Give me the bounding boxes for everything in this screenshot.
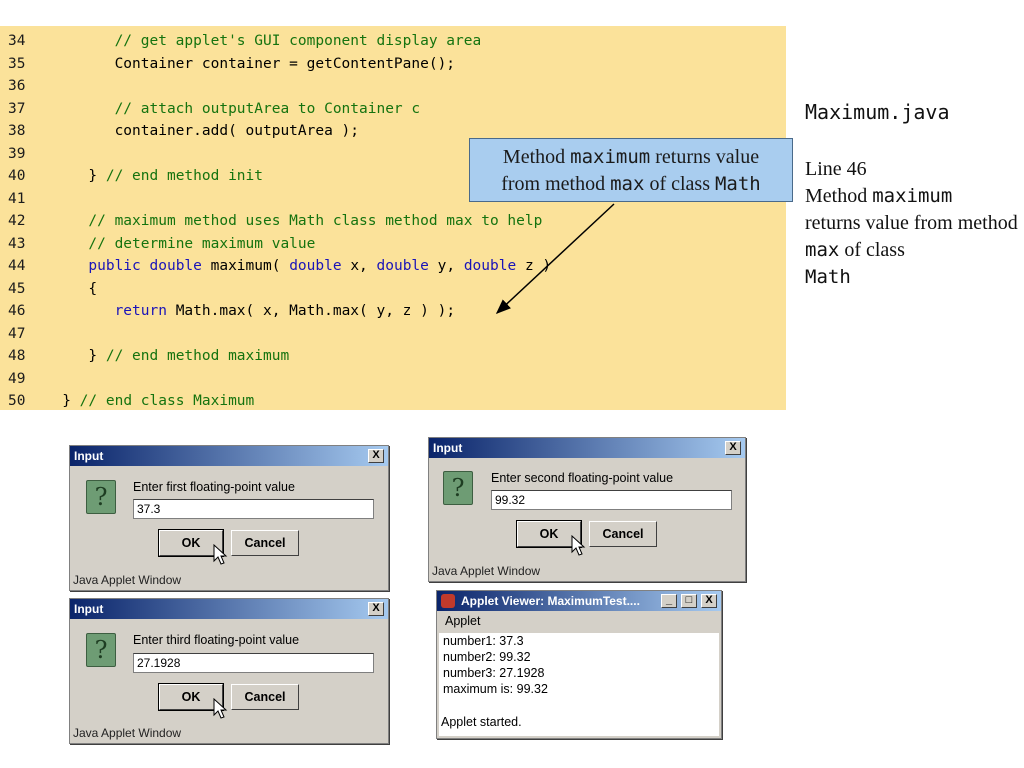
menu-applet[interactable]: Applet — [445, 614, 480, 628]
applet-status: Applet started. — [441, 715, 522, 729]
line-number: 43 — [8, 235, 26, 252]
code-line: 47 — [0, 323, 786, 345]
input-dialog-first: Input X ? Enter first floating-point val… — [69, 445, 389, 591]
applet-window-label: Java Applet Window — [73, 726, 182, 740]
code-line: 34 // get applet's GUI component display… — [0, 30, 786, 52]
question-icon: ? — [443, 471, 473, 505]
line-number: 34 — [8, 33, 26, 49]
code-line: 46 return Math.max( x, Math.max( y, z ) … — [0, 300, 786, 322]
output-line: number2: 99.32 — [443, 650, 531, 664]
line-number: 44 — [8, 258, 26, 274]
dialog-titlebar: Input X — [70, 446, 388, 466]
callout-box: Method maximum returns value from method… — [469, 138, 793, 202]
line-number: 45 — [8, 280, 26, 297]
line-number: 37 — [8, 100, 26, 117]
code-text: } // end method maximum — [88, 348, 290, 364]
close-button[interactable]: X — [701, 594, 717, 608]
line-number: 38 — [8, 123, 26, 139]
code-line: 35 Container container = getContentPane(… — [0, 53, 786, 75]
line-number: 39 — [8, 145, 26, 162]
java-cup-icon — [441, 594, 455, 608]
question-icon: ? — [86, 480, 116, 514]
line-number: 49 — [8, 370, 26, 387]
maximize-button[interactable]: □ — [681, 594, 697, 608]
code-text: Container container = getContentPane(); — [114, 55, 456, 72]
line-number: 40 — [8, 168, 26, 184]
side-description: Method maximum returns value from method … — [805, 185, 1018, 288]
cancel-button[interactable]: Cancel — [231, 684, 299, 710]
output-line: maximum is: 99.32 — [443, 682, 548, 696]
file-name: Maximum.java — [805, 100, 950, 124]
code-line: 37 // attach outputArea to Container c — [0, 98, 786, 120]
output-line: number1: 37.3 — [443, 634, 524, 648]
dialog-prompt: Enter second floating-point value — [491, 471, 674, 485]
code-text: { — [88, 280, 98, 297]
close-button[interactable]: X — [725, 441, 741, 455]
input-dialog-third: Input X ? Enter third floating-point val… — [69, 598, 389, 744]
code-text: } // end method init — [88, 168, 263, 184]
applet-viewer-window: Applet Viewer: MaximumTest.... _ □ X App… — [436, 590, 722, 739]
dialog-prompt: Enter first floating-point value — [133, 480, 295, 494]
mouse-cursor-icon — [213, 544, 228, 565]
dialog-title: Input — [74, 449, 104, 463]
line-number: 46 — [8, 303, 26, 319]
code-text: // get applet's GUI component display ar… — [114, 33, 482, 49]
value-input[interactable]: 99.32 — [491, 490, 732, 510]
side-notes: Line 46 Method maximum returns value from… — [805, 156, 1020, 291]
cancel-button[interactable]: Cancel — [589, 521, 657, 547]
line-number: 36 — [8, 78, 26, 94]
output-line: number3: 27.1928 — [443, 666, 545, 680]
line-number: 35 — [8, 55, 26, 72]
question-icon: ? — [86, 633, 116, 667]
mouse-cursor-icon — [571, 535, 586, 556]
mouse-cursor-icon — [213, 698, 228, 719]
close-button[interactable]: X — [368, 449, 384, 463]
code-text: // maximum method uses Math class method… — [88, 213, 543, 229]
minimize-button[interactable]: _ — [661, 594, 677, 608]
line-number: 50 — [8, 393, 26, 409]
line-number: 47 — [8, 325, 26, 342]
code-text: } // end class Maximum — [62, 393, 255, 409]
line-reference: Line 46 — [805, 158, 867, 180]
code-line: 42 // maximum method uses Math class met… — [0, 210, 786, 232]
applet-window-label: Java Applet Window — [432, 564, 541, 578]
applet-titlebar: Applet Viewer: MaximumTest.... _ □ X — [437, 591, 721, 611]
applet-window-label: Java Applet Window — [73, 573, 182, 587]
applet-output-area: number1: 37.3 number2: 99.32 number3: 27.1… — [439, 633, 719, 736]
code-line: 36 — [0, 75, 786, 97]
line-number: 42 — [8, 213, 26, 229]
output-lines: number1: 37.3 number2: 99.32 number3: 27.1… — [439, 633, 719, 697]
dialog-title: Input — [74, 602, 104, 616]
code-text: // attach outputArea to Container c — [114, 100, 421, 117]
line-number: 41 — [8, 190, 26, 207]
code-text: container.add( outputArea ); — [114, 123, 360, 139]
callout-line-1: Method maximum returns value — [502, 146, 760, 168]
code-line: 48 } // end method maximum — [0, 345, 786, 367]
input-dialog-second: Input X ? Enter second floating-point va… — [428, 437, 746, 582]
dialog-prompt: Enter third floating-point value — [133, 633, 300, 647]
dialog-title: Input — [433, 441, 463, 455]
code-text: public double maximum( double x, double … — [88, 258, 552, 274]
code-text: // determine maximum value — [88, 235, 316, 252]
code-text: return Math.max( x, Math.max( y, z ) ); — [114, 303, 456, 319]
cancel-button[interactable]: Cancel — [231, 530, 299, 556]
applet-menubar: Applet — [437, 611, 721, 631]
value-input[interactable]: 37.3 — [133, 499, 374, 519]
dialog-titlebar: Input X — [429, 438, 745, 458]
value-input[interactable]: 27.1928 — [133, 653, 374, 673]
line-number: 48 — [8, 348, 26, 364]
code-line: 50 } // end class Maximum — [0, 390, 786, 412]
callout-line-2: from method max of class Math — [501, 173, 761, 195]
code-listing: 34 // get applet's GUI component display… — [0, 26, 786, 410]
code-line: 45 { — [0, 278, 786, 300]
code-line: 43 // determine maximum value — [0, 233, 786, 255]
applet-title: Applet Viewer: MaximumTest.... — [461, 594, 640, 608]
code-line: 44 public double maximum( double x, doub… — [0, 255, 786, 277]
code-line: 49 — [0, 368, 786, 390]
dialog-titlebar: Input X — [70, 599, 388, 619]
close-button[interactable]: X — [368, 602, 384, 616]
